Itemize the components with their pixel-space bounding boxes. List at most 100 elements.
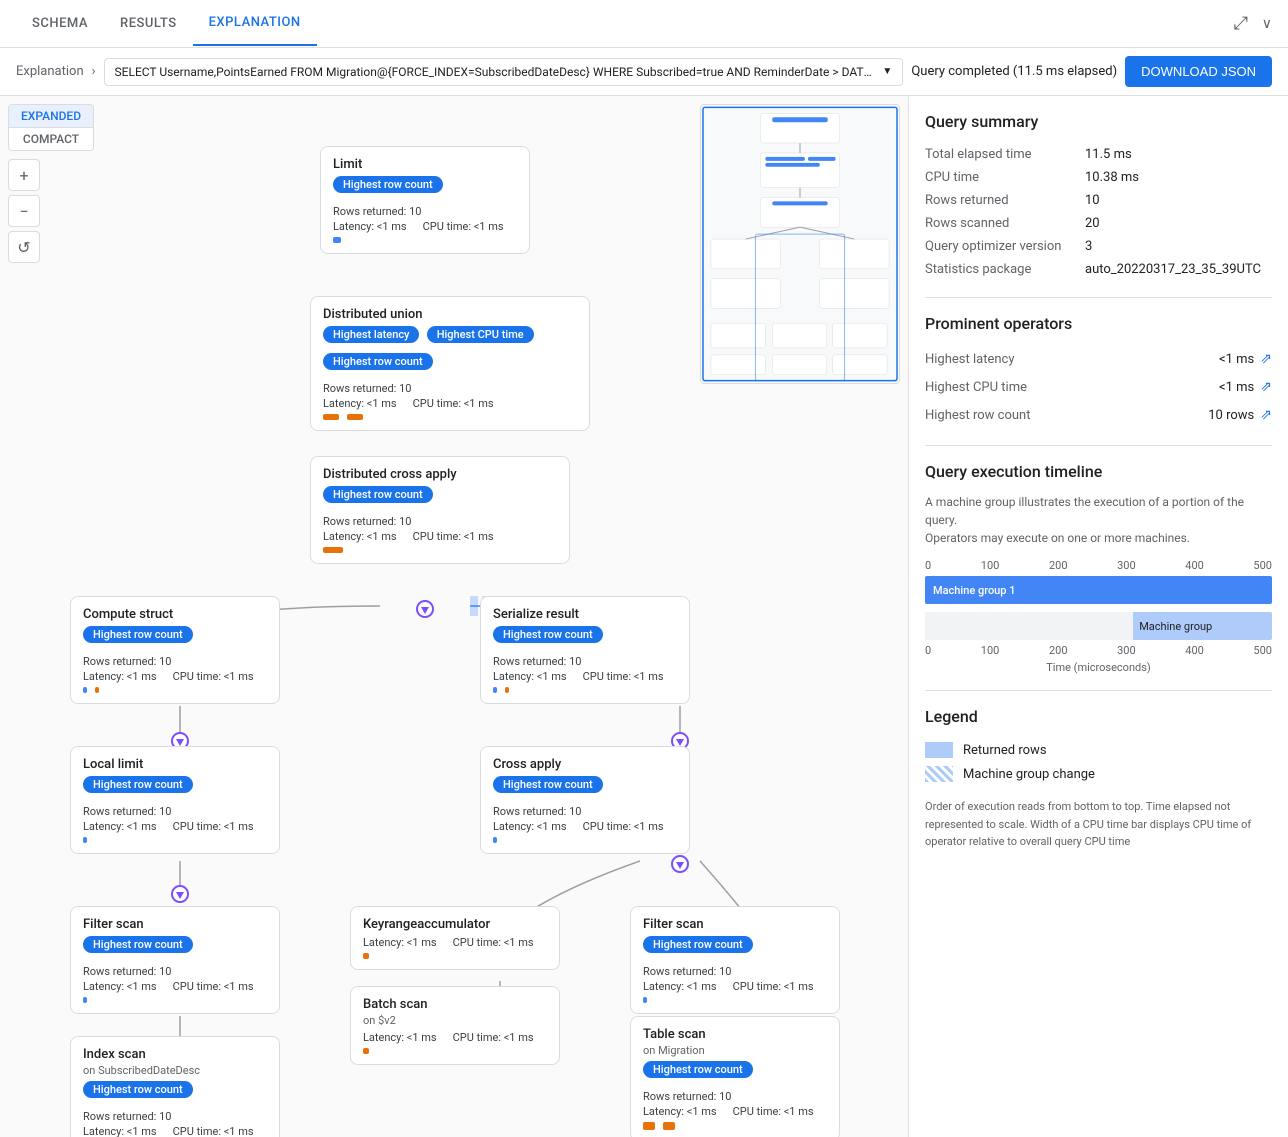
summary-label: Statistics package <box>925 258 1085 281</box>
node-dist-union-title: Distributed union <box>323 307 577 322</box>
node-filter-right[interactable]: Filter scan Highest row count Rows retur… <box>630 906 840 1014</box>
node-serialize-badge: Highest row count <box>493 626 603 643</box>
node-dist-cross-bar <box>323 547 343 553</box>
node-filter-right-cpu: CPU time: <1 ms <box>733 980 814 993</box>
zoom-in-button[interactable]: + <box>8 159 40 191</box>
node-local-limit[interactable]: Local limit Highest row count Rows retur… <box>70 746 280 854</box>
node-filter-left-cpu: CPU time: <1 ms <box>173 980 254 993</box>
node-dist-union-bar-orange <box>323 414 339 420</box>
prominent-operators-title: Prominent operators <box>925 314 1272 333</box>
query-selector[interactable]: SELECT Username,PointsEarned FROM Migrat… <box>104 58 904 86</box>
node-filter-right-title: Filter scan <box>643 917 827 932</box>
node-cross-apply[interactable]: Cross apply Highest row count Rows retur… <box>480 746 690 854</box>
node-dist-cross-title: Distributed cross apply <box>323 467 557 482</box>
legend-machine-group: Machine group change <box>925 762 1272 786</box>
query-bar: Explanation › SELECT Username,PointsEarn… <box>0 48 1288 96</box>
prominent-link-icon[interactable]: ⇗ <box>1260 407 1272 423</box>
dropdown-arrow: ▼ <box>882 66 892 77</box>
node-index-cpu: CPU time: <1 ms <box>173 1125 254 1137</box>
node-limit-latency: Latency: <1 ms <box>333 220 407 233</box>
node-serialize-cpu: CPU time: <1 ms <box>583 670 664 683</box>
node-serialize-result[interactable]: Serialize result Highest row count Rows … <box>480 596 690 704</box>
node-index-subtitle: on SubscribedDateDesc <box>83 1064 267 1077</box>
node-compute-badge: Highest row count <box>83 626 193 643</box>
download-json-button[interactable]: DOWNLOAD JSON <box>1125 56 1272 87</box>
timeline-chart: 0100200300400500 Machine group 1 Machine… <box>925 559 1272 674</box>
node-compute-bar-blue <box>83 687 87 693</box>
timeline-axis-bottom: 0100200300400500 <box>925 644 1272 657</box>
expand-icon[interactable]: ⤢ <box>1234 13 1248 34</box>
node-limit[interactable]: Limit Highest row count Rows returned: 1… <box>320 146 530 254</box>
prominent-value: 10 rows ⇗ <box>1208 407 1272 423</box>
prominent-row: Highest CPU time <1 ms ⇗ <box>925 373 1272 401</box>
mg2-bar: Machine group <box>1133 612 1272 640</box>
node-dist-cross[interactable]: Distributed cross apply Highest row coun… <box>310 456 570 564</box>
node-dist-cross-cpu: CPU time: <1 ms <box>413 530 494 543</box>
node-compute-struct[interactable]: Compute struct Highest row count Rows re… <box>70 596 280 704</box>
node-keyrange[interactable]: Keyrangeaccumulator Latency: <1 ms CPU t… <box>350 906 560 970</box>
summary-row: Query optimizer version3 <box>925 235 1272 258</box>
node-dist-union[interactable]: Distributed union Highest latency Highes… <box>310 296 590 431</box>
summary-value: 3 <box>1085 235 1272 258</box>
node-compute-rows: Rows returned: 10 <box>83 655 171 668</box>
chevron-icon[interactable]: ∨ <box>1262 16 1272 32</box>
diagram-panel: EXPANDED COMPACT + − ↺ <box>0 96 908 1137</box>
node-table-subtitle: on Migration <box>643 1044 827 1057</box>
mg1-label: Machine group 1 <box>933 584 1015 597</box>
node-table-cpu: CPU time: <1 ms <box>733 1105 814 1118</box>
node-filter-right-rows: Rows returned: 10 <box>643 965 731 978</box>
node-local-limit-badge: Highest row count <box>83 776 193 793</box>
legend-returned-rows: Returned rows <box>925 738 1272 762</box>
legend-machine-group-icon <box>925 766 953 782</box>
node-cross-apply-latency: Latency: <1 ms <box>493 820 567 833</box>
node-index-latency: Latency: <1 ms <box>83 1125 157 1137</box>
legend-title: Legend <box>925 707 1272 726</box>
legend-machine-group-label: Machine group change <box>963 767 1095 782</box>
prominent-value: <1 ms ⇗ <box>1219 379 1272 395</box>
node-filter-right-latency: Latency: <1 ms <box>643 980 717 993</box>
summary-row: CPU time10.38 ms <box>925 166 1272 189</box>
summary-value: 20 <box>1085 212 1272 235</box>
node-dist-cross-badge: Highest row count <box>323 486 433 503</box>
prominent-link-icon[interactable]: ⇗ <box>1260 351 1272 367</box>
top-tabs: SCHEMA RESULTS EXPLANATION ⤢ ∨ <box>0 0 1288 48</box>
zoom-reset-button[interactable]: ↺ <box>8 231 40 263</box>
zoom-out-button[interactable]: − <box>8 195 40 227</box>
expanded-view-btn[interactable]: EXPANDED <box>9 105 93 127</box>
node-table-scan[interactable]: Table scan on Migration Highest row coun… <box>630 1016 840 1137</box>
prominent-row: Highest row count 10 rows ⇗ <box>925 401 1272 429</box>
mg2-label: Machine group <box>1139 620 1212 633</box>
node-index-title: Index scan <box>83 1047 267 1062</box>
summary-label: Rows scanned <box>925 212 1085 235</box>
node-cross-apply-bar-blue <box>493 837 497 843</box>
node-filter-right-badge: Highest row count <box>643 936 753 953</box>
node-keyrange-title: Keyrangeaccumulator <box>363 917 547 932</box>
node-batch-scan[interactable]: Batch scan on $v2 Latency: <1 ms CPU tim… <box>350 986 560 1065</box>
node-limit-badge: Highest row count <box>333 176 443 193</box>
node-table-title: Table scan <box>643 1027 827 1042</box>
tab-schema[interactable]: SCHEMA <box>16 2 104 45</box>
node-dist-cross-rows: Rows returned: 10 <box>323 515 411 528</box>
summary-table: Total elapsed time11.5 msCPU time10.38 m… <box>925 143 1272 281</box>
summary-row: Statistics packageauto_20220317_23_35_39… <box>925 258 1272 281</box>
breadcrumb-separator: › <box>92 64 96 79</box>
node-limit-title: Limit <box>333 157 517 172</box>
node-local-limit-rows: Rows returned: 10 <box>83 805 171 818</box>
node-filter-left[interactable]: Filter scan Highest row count Rows retur… <box>70 906 280 1014</box>
node-table-bar-orange <box>643 1122 655 1130</box>
node-keyrange-latency: Latency: <1 ms <box>363 936 437 949</box>
node-compute-title: Compute struct <box>83 607 267 622</box>
node-index-scan[interactable]: Index scan on SubscribedDateDesc Highest… <box>70 1036 280 1137</box>
node-table-rows: Rows returned: 10 <box>643 1090 731 1103</box>
node-local-limit-cpu: CPU time: <1 ms <box>173 820 254 833</box>
query-text: SELECT Username,PointsEarned FROM Migrat… <box>115 65 873 79</box>
summary-value: 11.5 ms <box>1085 143 1272 166</box>
tab-explanation[interactable]: EXPLANATION <box>193 1 317 46</box>
node-local-limit-title: Local limit <box>83 757 267 772</box>
prominent-link-icon[interactable]: ⇗ <box>1260 379 1272 395</box>
tab-results[interactable]: RESULTS <box>104 2 193 45</box>
node-filter-left-latency: Latency: <1 ms <box>83 980 157 993</box>
compact-view-btn[interactable]: COMPACT <box>9 127 93 150</box>
node-serialize-rows: Rows returned: 10 <box>493 655 581 668</box>
summary-value: 10.38 ms <box>1085 166 1272 189</box>
